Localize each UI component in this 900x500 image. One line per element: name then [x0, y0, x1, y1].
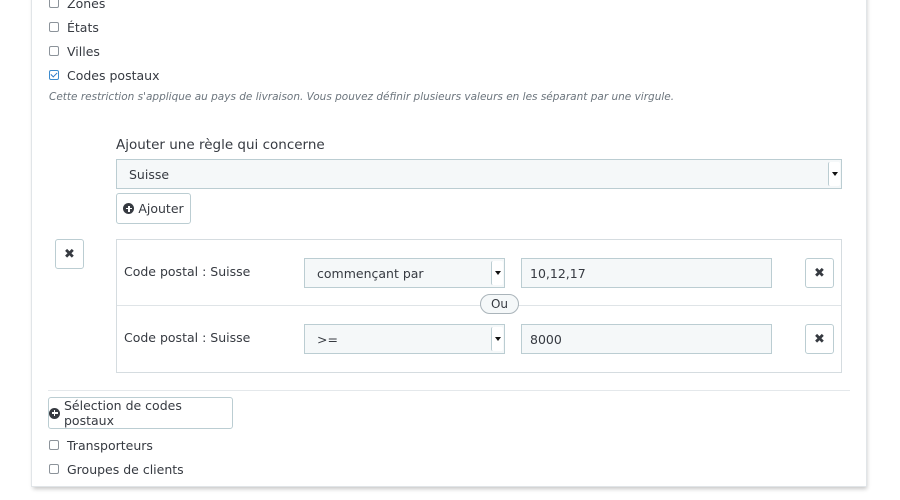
country-select[interactable]: Suisse — [116, 159, 842, 189]
or-badge: Ou — [480, 294, 519, 314]
transporteurs-label: Transporteurs — [67, 437, 153, 453]
codes-postaux-label: Codes postaux — [67, 67, 160, 83]
remove-rule-2-button[interactable]: ✖ — [805, 324, 834, 354]
close-icon: ✖ — [64, 246, 75, 262]
rule-1-value-input[interactable]: 10,12,17 — [521, 258, 772, 288]
section-divider — [48, 390, 850, 391]
add-rule-button[interactable]: Ajouter — [116, 193, 191, 224]
postal-code-selection-button[interactable]: Sélection de codes postaux — [48, 397, 233, 429]
rule-2-value: 8000 — [530, 331, 562, 347]
groupes-label: Groupes de clients — [67, 461, 184, 477]
codes-postaux-checkbox[interactable] — [49, 70, 59, 80]
etats-checkbox[interactable] — [49, 22, 59, 32]
groupes-checkbox[interactable] — [49, 464, 59, 474]
rule-1-operator-value: commençant par — [317, 265, 424, 281]
rule-2-operator-select[interactable]: >= — [304, 324, 505, 354]
etats-checkbox-row[interactable]: États — [49, 18, 99, 36]
codes-postaux-checkbox-row[interactable]: Codes postaux — [49, 66, 159, 84]
plus-circle-icon — [123, 203, 135, 214]
transporteurs-checkbox-row[interactable]: Transporteurs — [49, 436, 153, 454]
transporteurs-checkbox[interactable] — [49, 440, 59, 450]
rule-1-value: 10,12,17 — [530, 265, 586, 281]
add-rule-label: Ajouter une règle qui concerne — [116, 137, 325, 153]
plus-circle-icon — [49, 407, 60, 419]
country-select-value: Suisse — [129, 166, 170, 182]
groupes-checkbox-row[interactable]: Groupes de clients — [49, 460, 184, 478]
remove-rule-group-button[interactable]: ✖ — [55, 239, 84, 269]
close-icon: ✖ — [814, 331, 825, 347]
close-icon: ✖ — [814, 265, 825, 281]
rule-2-operator-value: >= — [317, 331, 338, 347]
restriction-help-text: Cette restriction s'applique au pays de … — [49, 91, 675, 103]
rule-1-label: Code postal : Suisse — [124, 264, 251, 279]
rules-divider — [117, 305, 841, 306]
villes-checkbox-row[interactable]: Villes — [49, 42, 100, 60]
zones-checkbox[interactable] — [49, 0, 59, 8]
rule-1-operator-select[interactable]: commençant par — [304, 258, 505, 288]
postal-code-selection-label: Sélection de codes postaux — [64, 398, 182, 428]
rule-2-value-input[interactable]: 8000 — [521, 324, 772, 354]
chevron-down-icon — [491, 327, 503, 351]
remove-rule-1-button[interactable]: ✖ — [805, 258, 834, 288]
zones-label: Zones — [67, 0, 106, 11]
etats-label: États — [67, 19, 99, 35]
add-rule-button-label: Ajouter — [138, 201, 184, 216]
villes-checkbox[interactable] — [49, 46, 59, 56]
chevron-down-icon — [828, 162, 840, 186]
villes-label: Villes — [67, 43, 100, 59]
rule-2-label: Code postal : Suisse — [124, 330, 251, 345]
chevron-down-icon — [491, 261, 503, 285]
zones-checkbox-row[interactable]: Zones — [49, 0, 105, 12]
